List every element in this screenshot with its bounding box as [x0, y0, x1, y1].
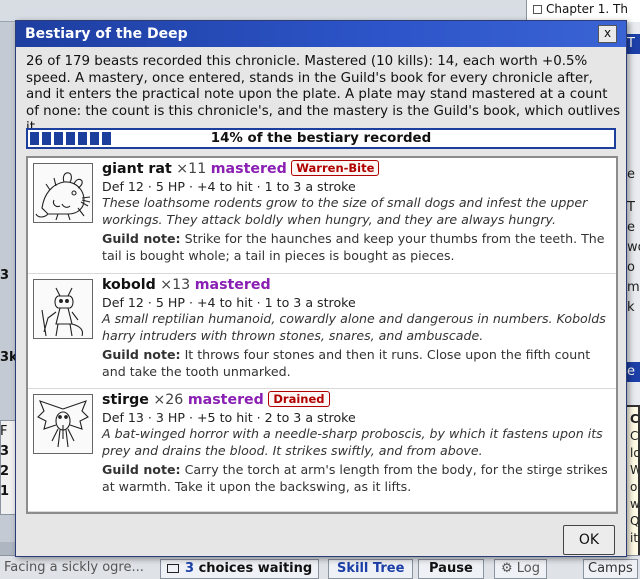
status-text: Facing a sickly ogre... [4, 560, 144, 575]
background-right-text: k [627, 300, 635, 315]
guild-note: Guild note: Strike for the haunches and … [102, 231, 612, 264]
tooltip-text: it [630, 531, 639, 545]
guild-note-label: Guild note: [102, 462, 181, 477]
chapter-label: Chapter 1. Th [546, 2, 628, 16]
tooltip-text: o [630, 480, 638, 494]
beast-name: stirge [102, 392, 149, 408]
beast-stats: Def 13 · 3 HP · +5 to hit · 2 to 3 a str… [102, 410, 356, 425]
ok-button[interactable]: OK [563, 525, 615, 555]
kobold-portrait-icon [41, 287, 84, 337]
guild-note: Guild note: It throws four stones and th… [102, 347, 612, 380]
background-right-text: o [627, 260, 635, 275]
bestiary-dialog: Bestiary of the Deep x 26 of 179 beasts … [15, 20, 627, 557]
background-right-text: e [627, 364, 635, 379]
dialog-titlebar: Bestiary of the Deep x [16, 21, 626, 47]
beast-entry-body: stirge ×26 mastered Drained Def 13 · 3 H… [102, 391, 612, 495]
background-chapter-panel: Chapter 1. Th [526, 0, 640, 22]
background-left-text: 1 [0, 484, 10, 499]
mastered-label: mastered [187, 392, 264, 408]
beast-entry-kobold[interactable]: kobold ×13 mastered Def 12 · 5 HP · +4 t… [28, 274, 616, 389]
progress-label: 14% of the bestiary recorded [210, 131, 432, 146]
rat-portrait-icon [33, 163, 93, 223]
log-label: Log [516, 561, 541, 576]
chapter-expand-icon [533, 5, 542, 14]
guild-note-label: Guild note: [102, 231, 181, 246]
beast-header: kobold ×13 mastered [102, 276, 612, 295]
beast-description: A bat-winged horror with a needle-sharp … [102, 426, 603, 458]
choices-label: choices waiting [198, 561, 313, 576]
bottom-toolbar: Facing a sickly ogre... 3 choices waitin… [0, 555, 640, 579]
beast-entry-stirge[interactable]: stirge ×26 mastered Drained Def 13 · 3 H… [28, 389, 616, 512]
beast-entry-giant-rat[interactable]: giant rat ×11 mastered Warren-Bite Def 1… [28, 158, 616, 274]
beast-stats: Def 12 · 5 HP · +4 to hit · 1 to 3 a str… [102, 295, 356, 310]
bestiary-summary: 26 of 179 beasts recorded this chronicle… [26, 54, 621, 135]
bestiary-list[interactable]: giant rat ×11 mastered Warren-Bite Def 1… [26, 156, 618, 514]
mastered-label: mastered [194, 277, 271, 293]
log-button[interactable]: ⚙ Log [494, 559, 548, 579]
guild-note: Guild note: Carry the torch at arm's len… [102, 462, 612, 495]
next-entry-edge [28, 512, 618, 514]
tooltip-text: Q [630, 514, 640, 528]
kill-count: ×11 [176, 161, 207, 177]
beast-description: A small reptilian humanoid, cowardly alo… [102, 311, 606, 343]
pause-button[interactable]: Pause [418, 559, 484, 579]
background-left-text: 3 [0, 268, 10, 283]
rat-portrait-icon [35, 172, 91, 221]
beast-description: These loathsome rodents grow to the size… [102, 195, 588, 227]
background-left-text: 3 [0, 444, 10, 459]
mastered-label: mastered [210, 161, 287, 177]
tooltip-text: lo [630, 446, 640, 460]
bestiary-progress-bar: 14% of the bestiary recorded [26, 128, 616, 149]
background-right-text: T [627, 36, 635, 51]
stirge-portrait-icon [37, 400, 89, 448]
beast-header: stirge ×26 mastered Drained [102, 391, 612, 410]
beast-name: giant rat [102, 161, 172, 177]
kill-count: ×13 [160, 277, 191, 293]
tooltip-text: w [630, 497, 640, 511]
background-right-text: e [627, 167, 635, 182]
beast-entry-body: kobold ×13 mastered Def 12 · 5 HP · +4 t… [102, 276, 612, 380]
tooltip-text: C [630, 429, 639, 443]
status-badge: Drained [268, 391, 330, 407]
tooltip-text: C [630, 412, 639, 426]
background-left-text: 2 [0, 464, 10, 479]
kobold-portrait-icon [33, 279, 93, 339]
beast-header: giant rat ×11 mastered Warren-Bite [102, 160, 612, 179]
beast-name: kobold [102, 277, 156, 293]
close-button[interactable]: x [598, 25, 617, 43]
status-badge: Warren-Bite [291, 160, 380, 176]
camps-button[interactable]: Camps [583, 559, 638, 579]
dialog-title: Bestiary of the Deep [25, 26, 188, 42]
choices-waiting-button[interactable]: 3 choices waiting [160, 559, 320, 579]
kill-count: ×26 [153, 392, 184, 408]
log-icon: ⚙ [501, 561, 513, 576]
background-right-text: e [627, 220, 635, 235]
beast-stats: Def 12 · 5 HP · +4 to hit · 1 to 3 a str… [102, 179, 356, 194]
tooltip-text: W [630, 462, 638, 479]
guild-note-label: Guild note: [102, 347, 181, 362]
background-right-text: wo [627, 240, 640, 255]
background-left-text: F [0, 424, 8, 439]
envelope-icon [167, 564, 179, 573]
stirge-portrait-icon [33, 394, 93, 454]
choices-count: 3 [185, 561, 195, 576]
background-right-text: me [627, 280, 640, 295]
skill-tree-button[interactable]: Skill Tree [328, 559, 414, 579]
beast-entry-body: giant rat ×11 mastered Warren-Bite Def 1… [102, 160, 612, 264]
background-right-text: T [627, 200, 635, 215]
